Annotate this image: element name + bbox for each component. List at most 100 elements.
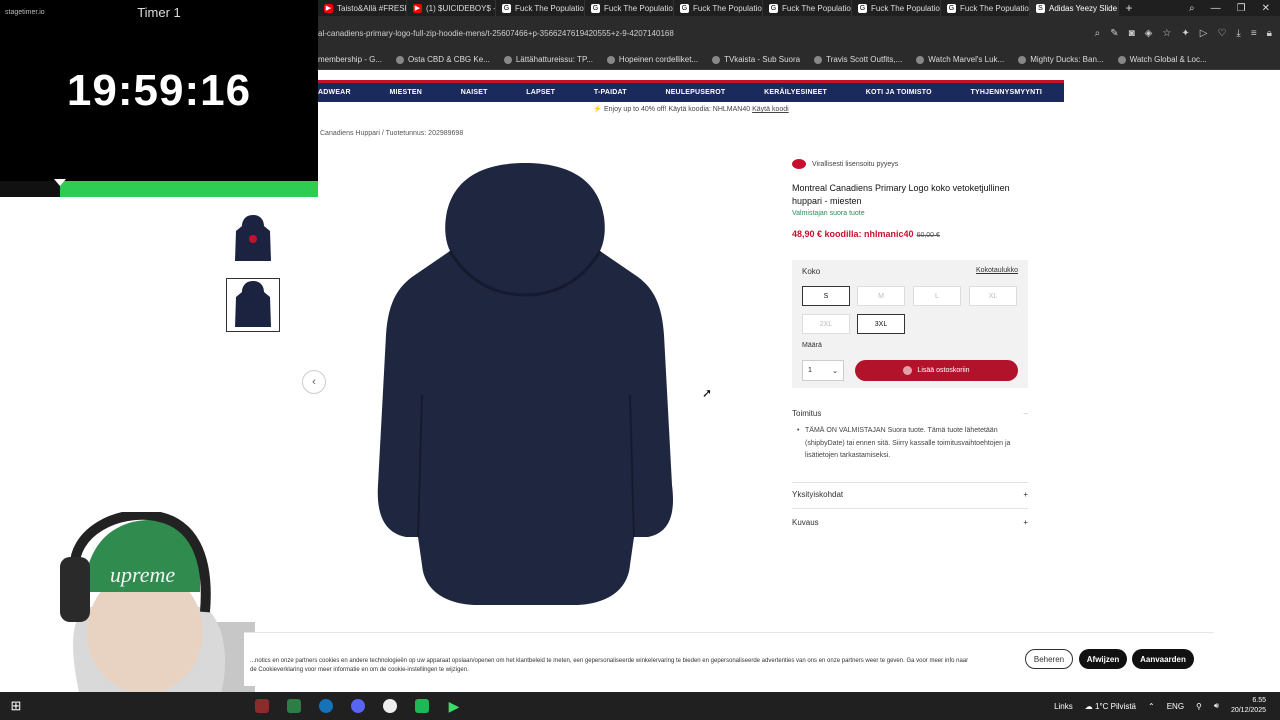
extension-icon[interactable]: ✦ (1181, 28, 1189, 39)
bookmark-item[interactable]: TVkaista - Sub Suora (712, 55, 800, 64)
cookie-banner: ...notics en onze partners cookies en an… (244, 632, 1214, 686)
browser-tab[interactable]: G Fuck The Populatio (496, 0, 585, 16)
nav-item[interactable]: NEULEPUSEROT (665, 89, 725, 96)
taskbar-app[interactable] (246, 692, 278, 720)
minus-icon: – (1023, 409, 1028, 418)
size-option-2xl[interactable]: 2XL (802, 314, 850, 334)
shop-icon: S (1036, 3, 1045, 13)
taskbar-app[interactable]: ▶ (438, 692, 470, 720)
bookmark-item[interactable]: Watch Global & Loc... (1117, 55, 1207, 64)
chevron-left-icon: ‹ (312, 376, 316, 388)
menu-icon[interactable]: ≡ (1251, 28, 1257, 39)
discord-icon (351, 699, 365, 713)
nav-item[interactable]: KERÄILYESINEET (764, 89, 827, 96)
size-option-3xl[interactable]: 3XL (857, 314, 905, 334)
size-option-s[interactable]: S (802, 286, 850, 306)
gallery-prev-button[interactable]: ‹ (302, 370, 326, 394)
breadcrumb: Canadiens Huppari / Tuotetunnus: 2029896… (320, 130, 464, 137)
search-tabs-icon[interactable]: ⌕ (1189, 3, 1195, 14)
windows-icon: ⊞ (10, 698, 22, 713)
size-guide-link[interactable]: Kokotaulukko (976, 267, 1018, 274)
nav-item[interactable]: MIESTEN (389, 89, 422, 96)
taskbar-app[interactable] (310, 692, 342, 720)
browser-tab[interactable]: G Fuck The Populatio (852, 0, 941, 16)
size-selector-panel: Koko Kokotaulukko S M L XL 2XL 3XL Määrä… (792, 260, 1028, 388)
svg-text:upreme: upreme (110, 562, 175, 587)
star-icon[interactable]: ☆ (1162, 28, 1171, 39)
size-option-xl[interactable]: XL (969, 286, 1017, 306)
nav-item[interactable]: T-PAIDAT (594, 89, 627, 96)
edit-icon[interactable]: ✎ (1110, 28, 1118, 39)
accordion-delivery[interactable]: Toimitus – (792, 409, 1028, 418)
network-icon[interactable]: ⚲ (1196, 702, 1202, 711)
new-tab-icon[interactable]: + (1119, 1, 1139, 15)
cookie-settings-button[interactable]: Beheren (1025, 649, 1073, 669)
taskbar-app[interactable] (278, 692, 310, 720)
download-icon[interactable]: ⤓ (1236, 28, 1240, 39)
taskbar-app[interactable] (374, 692, 406, 720)
cookie-text: ...notics en onze partners cookies en an… (250, 658, 969, 673)
nav-item[interactable]: ADWEAR (318, 89, 351, 96)
cookie-reject-button[interactable]: Afwijzen (1079, 649, 1127, 669)
genius-icon: G (858, 3, 867, 13)
add-to-cart-button[interactable]: Lisää ostoskoriin (855, 360, 1018, 381)
bookmark-item[interactable]: Hopeinen cordelliket... (606, 55, 698, 64)
size-option-l[interactable]: L (913, 286, 961, 306)
browser-tab[interactable]: G Fuck The Populatio (585, 0, 674, 16)
url-field[interactable]: al-canadiens-primary-logo-full-zip-hoodi… (318, 29, 1095, 38)
size-label: Koko (802, 267, 821, 276)
photo-app-icon (255, 699, 269, 713)
product-thumbnail-selected[interactable] (226, 278, 280, 332)
quantity-select[interactable]: 1 ⌄ (802, 360, 844, 381)
accordion-description[interactable]: Kuvaus + (792, 518, 1028, 527)
bookmark-icon (916, 55, 925, 64)
start-button[interactable]: ⊞ (0, 692, 32, 720)
browser-tab[interactable]: G Fuck The Populatio (674, 0, 763, 16)
tray-chevron-icon[interactable]: ⌃ (1148, 702, 1155, 711)
product-thumbnail[interactable] (226, 212, 280, 266)
delivery-text: TÄMÄ ON VALMISTAJAN Suora tuote. Tämä tu… (797, 425, 1027, 463)
restore-icon[interactable]: ❐ (1237, 3, 1246, 14)
browser-tab-active[interactable]: SAdidas Yeezy Slide✕ (1030, 0, 1119, 16)
timer-name: Timer 1 (137, 5, 181, 20)
lock-icon[interactable]: 🔒︎ (1267, 28, 1272, 39)
volume-icon[interactable]: 🔊︎ (1214, 701, 1219, 711)
nav-item[interactable]: KOTI JA TOIMISTO (866, 89, 932, 96)
genius-icon: G (502, 3, 511, 13)
bookmark-item[interactable]: Osta CBD & CBG Ke... (396, 55, 490, 64)
browser-tab[interactable]: ▶ Taisto&Allä #FRESH (318, 0, 407, 16)
bookmark-item[interactable]: Mighty Ducks: Ban... (1018, 55, 1104, 64)
language-indicator[interactable]: ENG (1167, 702, 1184, 711)
heart-icon[interactable]: ♡ (1217, 28, 1226, 39)
close-window-icon[interactable]: ✕ (1262, 3, 1270, 14)
system-clock[interactable]: 6.55 20/12/2025 (1231, 696, 1266, 716)
browser-tab[interactable]: G Fuck The Populatio (941, 0, 1030, 16)
play-icon[interactable]: ▷ (1200, 28, 1208, 39)
weather-widget[interactable]: ☁ 1°C Pilvistä (1085, 702, 1136, 711)
nhl-logo-icon (792, 159, 806, 169)
bookmark-item[interactable]: Travis Scott Outfits,... (814, 55, 902, 64)
bookmark-icon (1117, 55, 1126, 64)
nav-item[interactable]: NAISET (461, 89, 488, 96)
nav-item[interactable]: TYHJENNYSMYYNTI (971, 89, 1042, 96)
bookmark-item[interactable]: membership - G... (318, 55, 382, 64)
shield-icon[interactable]: ◈ (1145, 28, 1153, 39)
size-option-m[interactable]: M (857, 286, 905, 306)
minimize-icon[interactable]: — (1211, 3, 1221, 14)
divider (792, 508, 1028, 509)
camera-icon[interactable]: ◙ (1129, 28, 1135, 39)
bookmark-item[interactable]: Lättähattureissu: TP... (503, 55, 593, 64)
cookie-accept-button[interactable]: Aanvaarden (1132, 649, 1194, 669)
bookmark-item[interactable]: Watch Marvel's Luk... (916, 55, 1004, 64)
price: 48,90 € koodilla: nhlmanic40 60,00 € (792, 229, 940, 239)
address-bar: al-canadiens-primary-logo-full-zip-hoodi… (318, 16, 1280, 50)
zoom-icon[interactable]: ⌕ (1095, 28, 1101, 39)
browser-tab[interactable]: ▶ (1) $UICIDEBOY$ - (407, 0, 496, 16)
browser-tab[interactable]: G Fuck The Populatio (763, 0, 852, 16)
accordion-details[interactable]: Yksityiskohdat + (792, 490, 1028, 499)
links-toolbar[interactable]: Links (1054, 702, 1073, 711)
taskbar-app[interactable] (406, 692, 438, 720)
nav-item[interactable]: LAPSET (526, 89, 555, 96)
promo-link[interactable]: Käytä koodi (752, 106, 789, 113)
taskbar-app[interactable] (342, 692, 374, 720)
